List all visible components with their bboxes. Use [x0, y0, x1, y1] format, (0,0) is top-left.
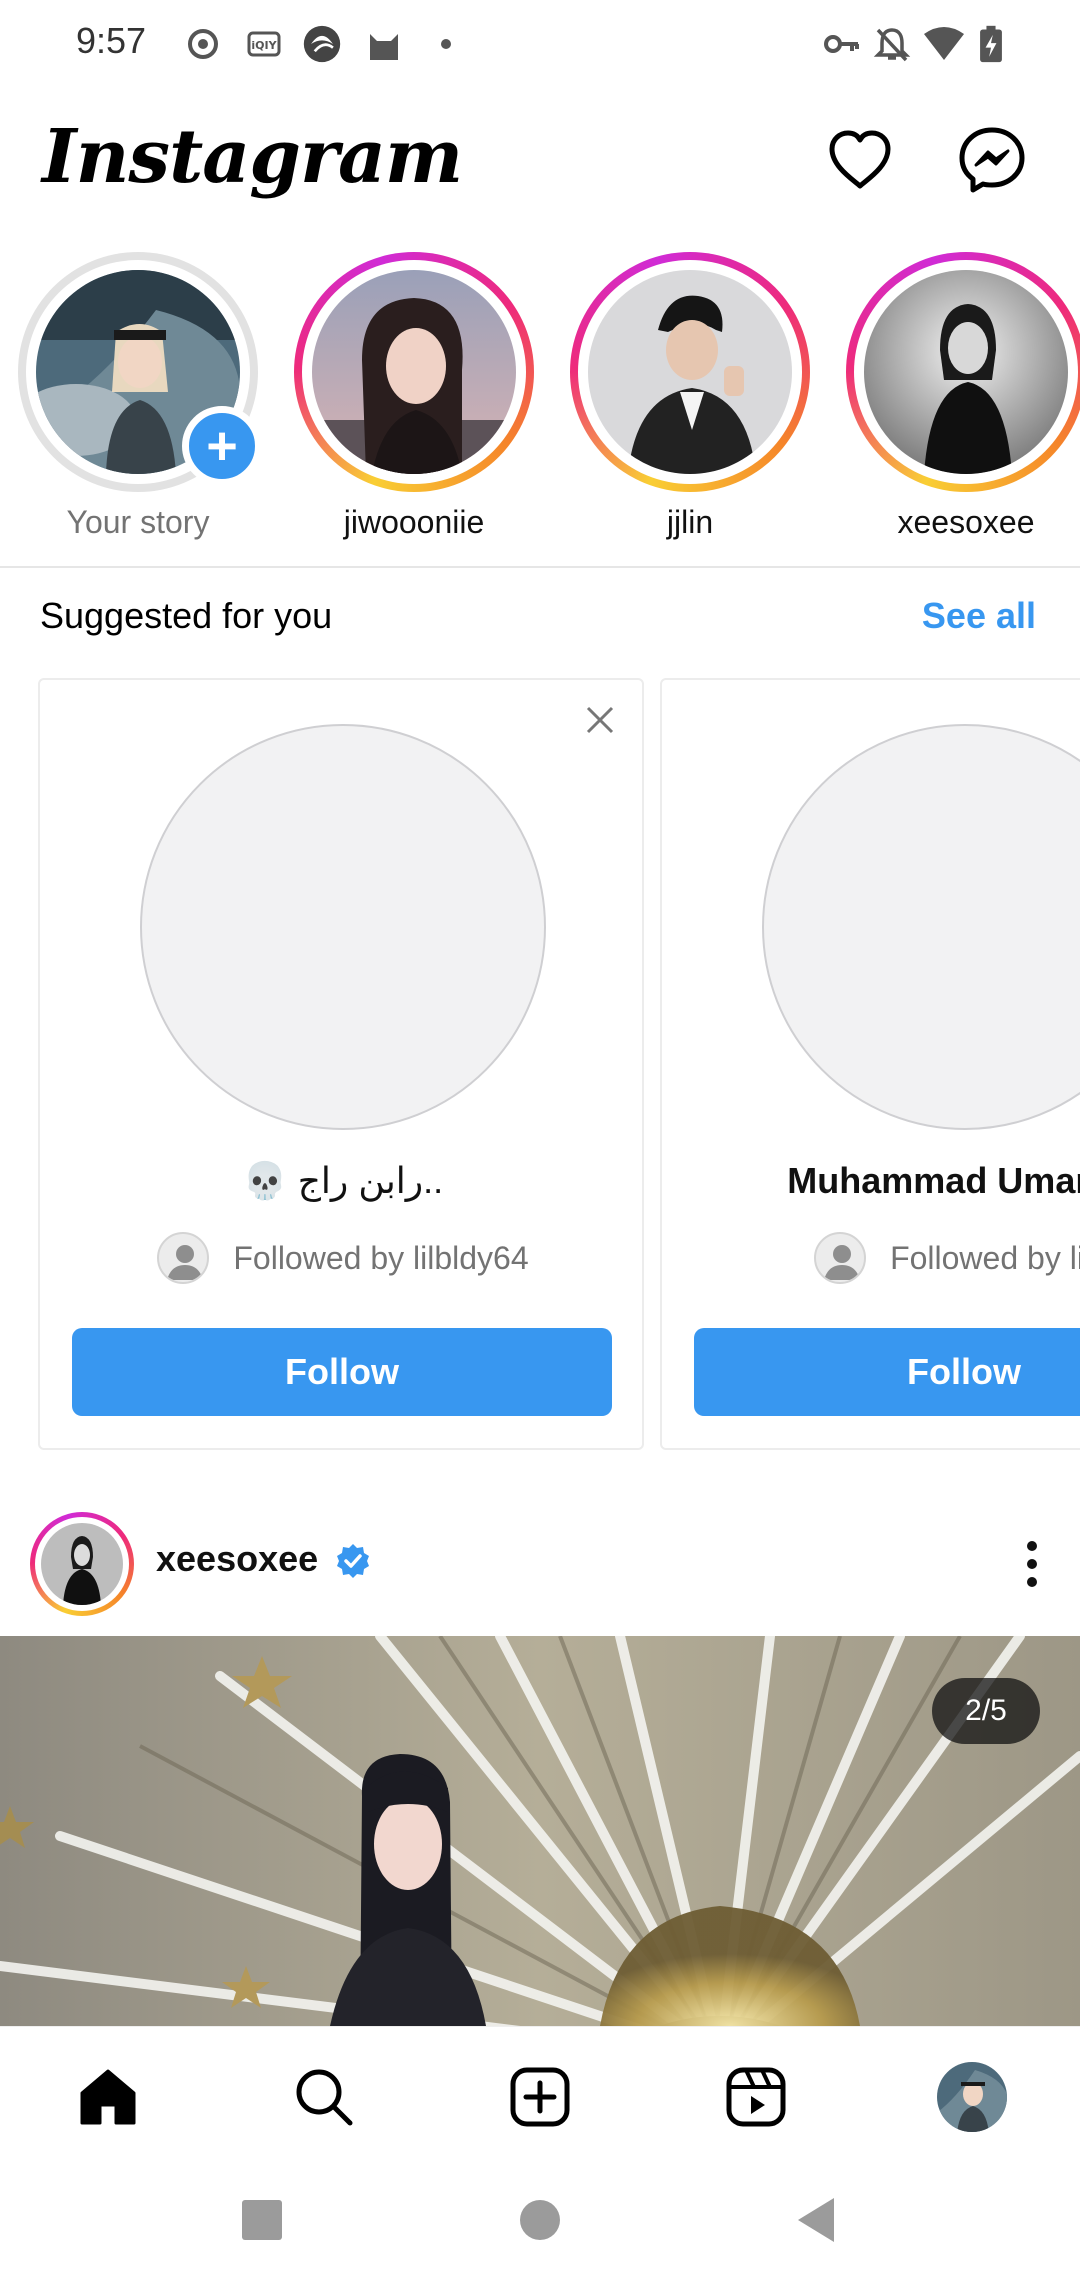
post-username[interactable]: xeesoxee: [156, 1538, 318, 1580]
reels-icon[interactable]: [724, 2065, 788, 2129]
story-avatar: [588, 270, 792, 474]
story-jiwoooniie[interactable]: jiwoooniie: [292, 250, 542, 550]
record-icon: [188, 29, 218, 59]
add-story-button[interactable]: +: [182, 406, 262, 486]
post-image[interactable]: 2/5: [0, 1636, 1080, 2026]
suggestion-avatar[interactable]: [140, 724, 546, 1130]
activity-heart-icon[interactable]: [822, 122, 898, 198]
suggestion-card[interactable]: 💀 رابن راج.. Followed by lilbldy64 Follo…: [38, 678, 644, 1450]
bell-off-icon: [873, 28, 911, 62]
instagram-logo[interactable]: Instagram: [42, 114, 463, 200]
post-header: xeesoxee: [0, 1508, 1080, 1618]
story-avatar: [312, 270, 516, 474]
story-jjlin[interactable]: jjlin: [568, 250, 818, 550]
stories-tray: + Your story jiwoooniie jjlin xeesoxee: [0, 250, 1080, 560]
verified-badge-icon: [337, 1544, 369, 1578]
follower-avatar: [814, 1232, 867, 1284]
follow-button[interactable]: Follow: [72, 1328, 612, 1416]
carousel-counter: 2/5: [932, 1678, 1040, 1744]
home-circle[interactable]: [512, 2192, 568, 2248]
story-xeesoxee[interactable]: xeesoxee: [844, 250, 1080, 550]
cat-icon: [370, 34, 398, 60]
suggestion-name[interactable]: Muhammad Umar Yu: [662, 1160, 1080, 1202]
search-icon[interactable]: [292, 2065, 356, 2129]
status-bar: 9:57 iQIY: [0, 0, 1080, 90]
svg-text:iQIY: iQIY: [251, 39, 277, 52]
follow-button[interactable]: Follow: [694, 1328, 1080, 1416]
suggestion-name[interactable]: 💀 رابن راج..: [40, 1160, 646, 1202]
suggestion-avatar[interactable]: [762, 724, 1080, 1130]
bottom-nav: [0, 2026, 1080, 2160]
stories-divider: [0, 566, 1080, 568]
home-icon[interactable]: [76, 2065, 140, 2129]
post-avatar[interactable]: [30, 1512, 134, 1616]
story-your-story[interactable]: + Your story: [16, 250, 266, 550]
close-icon[interactable]: [580, 700, 620, 740]
nav-home[interactable]: [68, 2057, 148, 2137]
iqiyi-icon: iQIY: [247, 31, 281, 57]
more-options-icon[interactable]: [1012, 1536, 1052, 1592]
create-post-icon[interactable]: [508, 2065, 572, 2129]
messenger-icon[interactable]: [954, 122, 1030, 198]
story-label: xeesoxee: [897, 504, 1035, 540]
see-all-link[interactable]: See all: [922, 595, 1036, 637]
vpn-key-icon: [824, 35, 859, 53]
nav-create[interactable]: [500, 2057, 580, 2137]
dot-icon: [441, 39, 451, 49]
battery-charging-icon: [980, 25, 1002, 63]
android-nav-bar: [0, 2160, 1080, 2280]
app-header: Instagram: [0, 100, 1080, 230]
wifi-icon: [924, 27, 964, 60]
back-triangle[interactable]: [790, 2192, 846, 2248]
suggested-cards: 💀 رابن راج.. Followed by lilbldy64 Follo…: [0, 678, 1080, 1450]
suggested-title: Suggested for you: [40, 595, 333, 636]
followed-by-text: Followed by lilbldy64: [233, 1239, 529, 1276]
recents-square[interactable]: [234, 2192, 290, 2248]
nav-profile[interactable]: [932, 2057, 1012, 2137]
suggestion-card[interactable]: Muhammad Umar Yu Followed by lilbl Follo…: [660, 678, 1080, 1450]
story-label: jjlin: [666, 504, 714, 540]
post-photo: [0, 1636, 1080, 2026]
profile-avatar[interactable]: [935, 2060, 1009, 2134]
follower-avatar: [157, 1232, 210, 1284]
story-label: Your story: [66, 504, 210, 540]
story-avatar: [864, 270, 1068, 474]
story-ring: [294, 252, 534, 492]
followed-by-text: Followed by lilbl: [890, 1239, 1080, 1276]
followed-by-row: Followed by lilbl: [662, 1230, 1080, 1286]
status-time: 9:57: [76, 20, 147, 61]
nav-search[interactable]: [284, 2057, 364, 2137]
nav-reels[interactable]: [716, 2057, 796, 2137]
story-ring: [570, 252, 810, 492]
story-ring: [846, 252, 1080, 492]
story-label: jiwoooniie: [343, 504, 485, 540]
app-swirl-icon: [303, 25, 341, 63]
followed-by-row: Followed by lilbldy64: [40, 1230, 646, 1286]
